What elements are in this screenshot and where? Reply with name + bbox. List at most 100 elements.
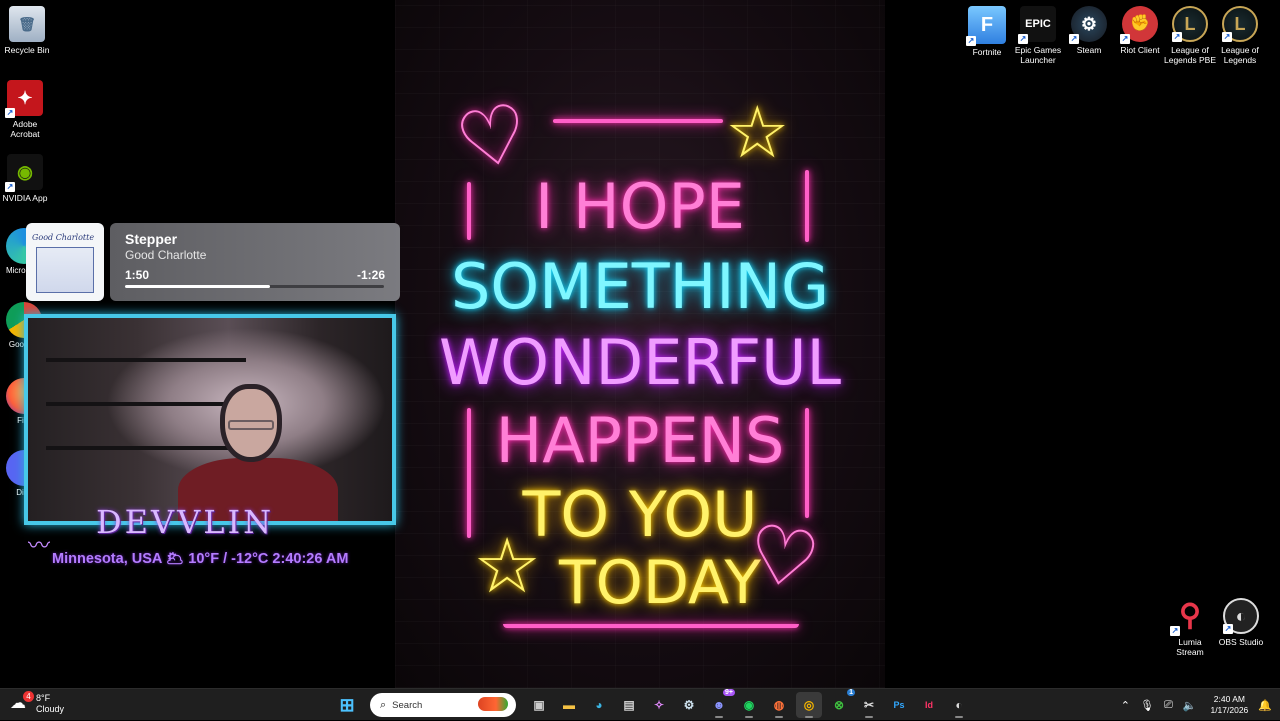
now-playing-widget[interactable]: Good Charlotte Stepper Good Charlotte 1:… (26, 223, 400, 301)
task-view-icon[interactable]: ▣ (526, 692, 552, 718)
search-placeholder: Search (392, 699, 423, 711)
obs-studio-icon: ◐ ↗ (1223, 598, 1259, 634)
desktop: ♡ ☆ I HOPE SOMETHING WONDERFUL HAPPENS T… (0, 0, 1280, 688)
desktop-icon-label: Lumia Stream (1176, 637, 1204, 657)
league-icon: L ↗ (1222, 6, 1258, 42)
wallpaper-line-2: SOMETHING (450, 250, 830, 323)
riot-client-icon: ✊ ↗ (1120, 6, 1158, 44)
wallpaper-line-1: I HOPE (535, 170, 745, 243)
desktop-icon-epic-games[interactable]: EPIC ↗ Epic Games Launcher (1011, 6, 1065, 65)
clock-date: 1/17/2026 (1210, 705, 1249, 715)
streamer-name: DEVVLIN (96, 503, 275, 541)
desktop-icon-label: League of Legends (1221, 45, 1259, 65)
taskbar-weather-widget[interactable]: ☁ 4 8°F Cloudy (10, 691, 65, 715)
desktop-icon-adobe-acrobat[interactable]: ✦ ↗ Adobe Acrobat (0, 80, 52, 139)
chevron-up-icon[interactable]: ⌃ (1121, 699, 1130, 712)
desktop-icon-label: Recycle Bin (4, 45, 50, 55)
desktop-icon-league-pbe[interactable]: L ↗ League of Legends PBE (1163, 6, 1217, 65)
desktop-icon-obs-studio[interactable]: ◐ ↗ OBS Studio (1214, 598, 1268, 647)
desktop-icon-recycle-bin[interactable]: 🗑 Recycle Bin (0, 6, 54, 55)
taskbar-apps: ⊞ ⌕ Search ▣ ▬ ◕ ▤ ✧ ⚙ ☻ 9+ ◉ ◍ ◎ ⊗ 1 ✂ Ps… (334, 689, 972, 718)
track-progress-fill (125, 285, 271, 288)
firefox-icon[interactable]: ◍ (766, 692, 792, 718)
weather-badge: 4 (23, 691, 34, 702)
glasses (228, 420, 274, 430)
streamer (178, 380, 338, 521)
discord-icon[interactable]: ☻ 9+ (706, 689, 735, 718)
acrobat-icon: ✦ ↗ (5, 80, 43, 118)
clock-time: 2:40 AM (1213, 694, 1245, 704)
desktop-icon-label: NVIDIA App (2, 193, 48, 203)
start-button[interactable]: ⊞ (334, 692, 360, 718)
indesign-icon[interactable]: Id (916, 692, 942, 718)
album-art-image (36, 247, 94, 293)
desktop-icon-fortnite[interactable]: F ↗ Fortnite (960, 6, 1014, 57)
desktop-icon-lumia-stream[interactable]: ⚲ ↗ Lumia Stream (1163, 598, 1217, 657)
weather-desc: Cloudy (36, 704, 65, 714)
spotify-icon[interactable]: ◉ (736, 692, 762, 718)
microphone-icon[interactable]: 🎙 (1140, 699, 1154, 712)
remaining-time: -1:26 (356, 268, 385, 282)
search-highlight-image (478, 697, 508, 711)
heart-icon: ♡ (739, 505, 827, 610)
weather-temp: 8°F (36, 693, 51, 703)
neon-top-line (553, 119, 723, 123)
copilot-icon[interactable]: ✧ (646, 692, 672, 718)
desktop-icon-label: Epic Games Launcher (1014, 45, 1062, 65)
fortnite-icon: F ↗ (966, 6, 1006, 46)
album-art-text: Good Charlotte (32, 233, 95, 242)
desktop-icon-label: OBS Studio (1218, 637, 1264, 647)
discord-badge: 9+ (723, 689, 735, 696)
taskbar-clock[interactable]: 2:40 AM 1/17/2026 (1210, 694, 1248, 716)
search-box[interactable]: ⌕ Search (370, 693, 516, 717)
cloudy-weather-icon: ☁ 4 (10, 691, 34, 712)
desktop-icon-label: League of Legends PBE (1164, 45, 1216, 65)
nvidia-icon: ◉ ↗ (5, 154, 43, 192)
obs-studio-icon[interactable]: ◐ (946, 692, 972, 718)
neon-bottom-line (503, 624, 799, 628)
steam-icon: ⚙ ↗ (1069, 6, 1107, 44)
desktop-icon-steam[interactable]: ⚙ ↗ Steam (1062, 6, 1116, 55)
lumia-stream-icon: ⚲ ↗ (1170, 599, 1201, 636)
system-tray: ⌃ 🎙 ⎚ 🔈 2:40 AM 1/17/2026 🔔 (1121, 689, 1272, 721)
neon-wallpaper: ♡ ☆ I HOPE SOMETHING WONDERFUL HAPPENS T… (395, 0, 885, 688)
track-progress-bar[interactable] (125, 285, 384, 288)
desktop-icon-riot-client[interactable]: ✊ ↗ Riot Client (1113, 6, 1167, 55)
xbox-badge: 1 (847, 689, 855, 696)
chrome-icon[interactable]: ◎ (796, 692, 822, 718)
network-icon[interactable]: ⎚ (1164, 699, 1173, 712)
desktop-icon-label: Steam (1076, 45, 1102, 55)
desktop-icon-label: Riot Client (1120, 45, 1160, 55)
track-title: Stepper (125, 231, 178, 247)
star-icon: ☆ (725, 90, 790, 174)
desktop-icon-label: Fortnite (972, 47, 1002, 57)
epic-games-icon: EPIC ↗ (1018, 6, 1056, 44)
overlay-weather-clock: Minnesota, USA 🌥 10°F / -12°C 2:40:26 AM (52, 551, 349, 567)
league-pbe-icon: L ↗ (1172, 6, 1208, 42)
media-info-panel: Stepper Good Charlotte 1:50 -1:26 (110, 223, 400, 301)
edge-icon[interactable]: ◕ (586, 692, 612, 718)
wallpaper-line-3: WONDERFUL (438, 326, 842, 399)
track-artist: Good Charlotte (125, 248, 207, 262)
microsoft-store-icon[interactable]: ▤ (616, 692, 642, 718)
taskbar: ☁ 4 8°F Cloudy ⊞ ⌕ Search ▣ ▬ ◕ ▤ ✧ ⚙ ☻ 9+… (0, 688, 1280, 720)
volume-icon[interactable]: 🔈 (1183, 699, 1197, 712)
file-explorer-icon[interactable]: ▬ (556, 692, 582, 718)
star-icon: ☆ (473, 521, 542, 610)
snipping-tool-icon[interactable]: ✂ (856, 692, 882, 718)
recycle-bin-icon: 🗑 (9, 6, 45, 42)
xbox-icon[interactable]: ⊗ 1 (826, 689, 855, 718)
steam-icon[interactable]: ⚙ (676, 692, 702, 718)
photoshop-icon[interactable]: Ps (886, 692, 912, 718)
desktop-icon-league[interactable]: L ↗ League of Legends (1213, 6, 1267, 65)
desktop-icon-nvidia-app[interactable]: ◉ ↗ NVIDIA App (0, 154, 52, 203)
webcam-feed (24, 314, 396, 525)
flourish-decoration: 〰 (28, 533, 51, 558)
search-icon: ⌕ (380, 698, 387, 711)
notification-bell-icon[interactable]: 🔔 (1258, 699, 1272, 712)
elapsed-time: 1:50 (125, 268, 150, 282)
album-art: Good Charlotte (26, 223, 104, 301)
shelf (46, 358, 246, 362)
desktop-icon-label: Adobe Acrobat (10, 119, 40, 139)
wallpaper-line-4: HAPPENS (495, 404, 785, 477)
